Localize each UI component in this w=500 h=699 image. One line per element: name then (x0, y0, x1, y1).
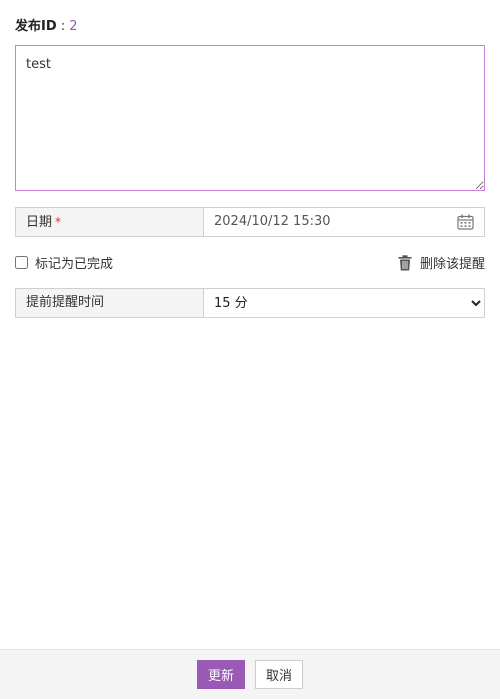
date-label: 日期 (26, 215, 53, 230)
reminder-time-select[interactable]: 15 分 (204, 289, 484, 317)
date-input[interactable]: 2024/10/12 15:30 (204, 208, 484, 236)
date-row: 日期 * 2024/10/12 15:30 (15, 207, 485, 237)
trash-icon (398, 254, 412, 270)
pub-id-label: 发布ID (15, 19, 57, 34)
pub-id-value: 2 (69, 19, 78, 34)
mark-complete-label: 标记为已完成 (35, 257, 114, 272)
note-textarea[interactable]: test (15, 45, 485, 191)
mark-complete[interactable]: 标记为已完成 (15, 253, 113, 272)
publication-id: 发布ID : 2 (15, 19, 78, 35)
delete-reminder-label: 删除该提醒 (419, 257, 485, 272)
mark-complete-checkbox[interactable] (15, 256, 28, 269)
options-row: 标记为已完成 删除该提醒 (15, 253, 485, 275)
cancel-button[interactable]: 取消 (255, 660, 303, 689)
date-label-cell: 日期 * (16, 208, 204, 236)
calendar-icon[interactable] (457, 214, 474, 230)
update-button[interactable]: 更新 (197, 660, 245, 689)
date-value: 2024/10/12 15:30 (214, 214, 331, 229)
delete-reminder-button[interactable]: 删除该提醒 (398, 253, 485, 272)
reminder-time-label: 提前提醒时间 (16, 289, 204, 317)
required-mark: * (55, 215, 62, 229)
reminder-time-row: 提前提醒时间 15 分 (15, 288, 485, 318)
footer-bar: 更新 取消 (0, 649, 500, 699)
pub-id-separator: : (56, 19, 70, 34)
